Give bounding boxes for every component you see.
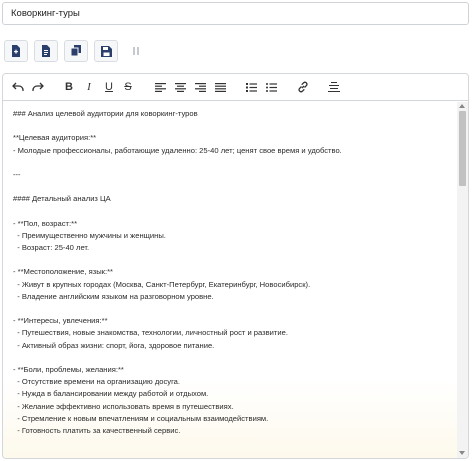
content-line: - Стремление к новым впечатлениям и соци…	[13, 413, 269, 423]
italic-button[interactable]: I	[80, 78, 98, 96]
content-line: - Отсутствие времени на организацию досу…	[13, 377, 181, 387]
bullet-list-button[interactable]	[262, 78, 280, 96]
vertical-scrollbar[interactable]	[457, 102, 468, 458]
bold-button[interactable]: B	[60, 78, 78, 96]
align-justify-button[interactable]	[211, 78, 229, 96]
content-line	[13, 303, 447, 315]
content-line: - Путешествия, новые знакомства, техноло…	[13, 328, 288, 338]
bullet-list-icon	[265, 82, 277, 92]
content-line: - Молодые профессионалы, работающие удал…	[13, 145, 342, 155]
ordered-list-button[interactable]	[242, 78, 260, 96]
ordered-list-icon	[245, 82, 257, 92]
floppy-disk-icon	[100, 45, 112, 57]
editor-content[interactable]: ### Анализ целевой аудитории для коворки…	[3, 102, 457, 458]
copy-button[interactable]	[64, 40, 88, 62]
source-code-button[interactable]	[325, 78, 343, 96]
link-icon	[298, 81, 308, 93]
undo-button[interactable]	[9, 78, 27, 96]
content-line: - **Боли, проблемы, желания:**	[13, 364, 124, 374]
content-line: - Живут в крупных городах (Москва, Санкт…	[13, 279, 311, 289]
code-icon	[328, 81, 340, 92]
editor-toolbar: B I U S	[3, 74, 468, 101]
pause-button[interactable]	[124, 40, 148, 62]
content-line: - Преимущественно мужчины и женщины.	[13, 230, 166, 240]
text-editor: B I U S ### Анализ целевой аудитории для…	[2, 73, 469, 459]
underline-button[interactable]: U	[100, 78, 118, 96]
pause-icon	[133, 47, 139, 55]
strikethrough-button[interactable]: S	[119, 78, 137, 96]
align-right-button[interactable]	[191, 78, 209, 96]
document-icon	[42, 45, 50, 57]
content-line: - Нужда в балансировании между работой и…	[13, 389, 209, 399]
undo-icon	[12, 82, 24, 91]
scroll-down-icon[interactable]	[459, 451, 465, 455]
content-line: - Желание эффективно использовать время …	[13, 401, 234, 411]
redo-button[interactable]	[29, 78, 47, 96]
content-line: #### Детальный анализ ЦА	[13, 194, 111, 204]
action-button-row	[4, 40, 148, 64]
content-line	[13, 157, 447, 169]
align-center-button[interactable]	[171, 78, 189, 96]
redo-icon	[32, 82, 44, 91]
content-line: - Возраст: 25-40 лет.	[13, 243, 90, 253]
align-left-button[interactable]	[151, 78, 169, 96]
align-right-icon	[194, 82, 206, 92]
content-line: - **Пол, возраст:**	[13, 218, 78, 228]
content-line	[13, 206, 447, 218]
link-button[interactable]	[294, 78, 312, 96]
content-line	[13, 254, 447, 266]
content-line: **Целевая аудитория:**	[13, 133, 97, 143]
scroll-up-icon[interactable]	[459, 104, 465, 108]
align-justify-icon	[214, 82, 226, 92]
content-line: ### Анализ целевой аудитории для коворки…	[13, 109, 198, 118]
document-plus-icon	[12, 45, 20, 57]
open-doc-button[interactable]	[34, 40, 58, 62]
content-line: - Владение английским языком на разговор…	[13, 291, 214, 301]
content-line: - Активный образ жизни: спорт, йога, здо…	[13, 340, 215, 350]
align-center-icon	[174, 82, 186, 92]
title-input[interactable]	[2, 2, 469, 25]
content-line	[13, 120, 447, 132]
content-line: - **Местоположение, язык:**	[13, 267, 113, 277]
content-line: ---	[13, 169, 21, 179]
content-line	[13, 352, 447, 364]
save-button[interactable]	[94, 40, 118, 62]
scroll-thumb[interactable]	[459, 111, 466, 186]
copy-icon	[70, 45, 81, 57]
align-left-icon	[154, 82, 166, 92]
content-line	[13, 181, 447, 193]
new-doc-button[interactable]	[4, 40, 28, 62]
content-line: - **Интересы, увлечения:**	[13, 316, 108, 326]
content-line: - Готовность платить за качественный сер…	[13, 425, 181, 435]
